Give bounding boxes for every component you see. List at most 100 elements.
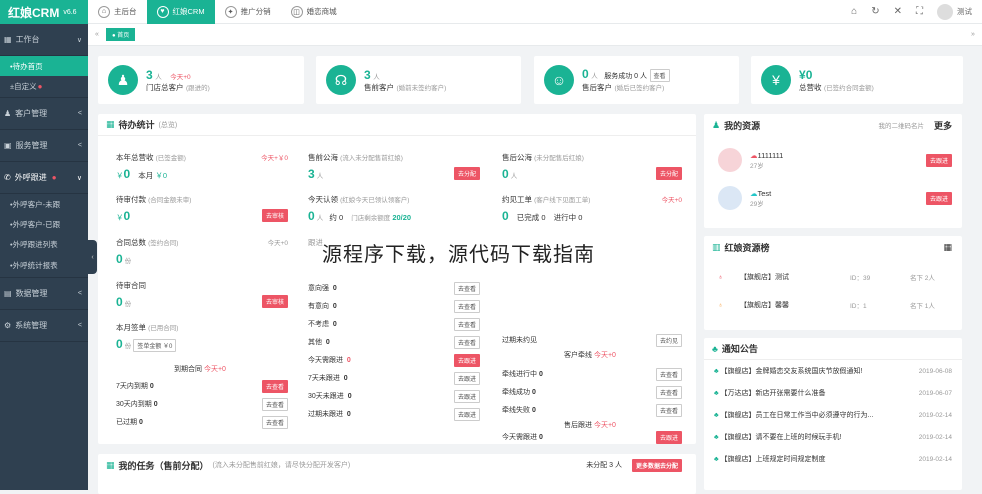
medal-icon: ♁: [718, 273, 724, 281]
sidebar-item-custom[interactable]: ± 自定义 ●: [0, 76, 88, 98]
sidebar-item-data[interactable]: ▤ 数据管理 <: [0, 278, 88, 310]
avatar[interactable]: [937, 3, 953, 20]
tab-main-backend[interactable]: ⌂ 主后台: [88, 0, 147, 24]
chevron-down-icon: ∨: [76, 36, 82, 44]
view-button[interactable]: 去查看: [261, 379, 288, 393]
list-item[interactable]: ☁Test 29岁 去跟进: [718, 182, 952, 214]
follow-button[interactable]: 去跟进: [655, 430, 682, 444]
chevron-left-icon: <: [77, 142, 82, 149]
tree-icon: ♣: [714, 411, 719, 419]
home-icon: ⌂: [98, 5, 110, 18]
stat-card-revenue[interactable]: ¥ ¥0 总营收 (已签约合同金额): [751, 56, 963, 104]
users-icon: ♟: [712, 119, 721, 130]
qr-card-link[interactable]: 我的二维码名片: [878, 120, 924, 130]
sidebar-collapse-button[interactable]: ‹: [88, 240, 97, 274]
follow-button[interactable]: 去跟进: [453, 389, 480, 403]
view-button[interactable]: 去查看: [655, 367, 682, 381]
user-icon: ♟: [4, 109, 12, 118]
chevron-left-icon: <: [77, 110, 82, 117]
view-button[interactable]: 去查看: [453, 299, 480, 313]
fullscreen-icon[interactable]: ⛶: [916, 6, 923, 17]
audit-button[interactable]: 去审核: [261, 209, 288, 222]
view-button[interactable]: 去查看: [261, 415, 288, 429]
chevron-right-icon[interactable]: »: [964, 31, 982, 38]
tree-icon: ♣: [714, 367, 719, 375]
tasks-panel: ▦ 我的任务（售前分配） (流入未分配售前红娘，请尽快分配开发客户) 未分配 3 人…: [98, 454, 696, 494]
follow-button[interactable]: 去跟进: [925, 153, 952, 167]
list-item[interactable]: ♣ 【万达店】新店开张需要什么准备 2019-06-07: [704, 382, 962, 404]
follow-button[interactable]: 去跟进: [453, 371, 480, 385]
chevron-left-icon: ‹: [91, 253, 94, 261]
chevron-left-icon: <: [77, 290, 82, 297]
assign-more-button[interactable]: 更多数据去分配: [631, 458, 682, 472]
assign-button[interactable]: 去分配: [453, 167, 480, 180]
sidebar-item-system[interactable]: ⚙ 系统管理 <: [0, 310, 88, 342]
view-button[interactable]: 去查看: [453, 335, 480, 349]
assign-button[interactable]: 去分配: [655, 167, 682, 180]
calendar-icon: ▦: [106, 459, 115, 470]
table-row: ♁ 【旗舰店】馨馨 ID：1 名下 1人: [718, 301, 935, 311]
view-button[interactable]: 去查看: [261, 397, 288, 411]
sidebar-item-customer[interactable]: ♟ 客户管理 <: [0, 98, 88, 130]
audit-button[interactable]: 去审核: [261, 295, 288, 308]
view-button[interactable]: 去查看: [453, 317, 480, 331]
resources-panel: ♟ 我的资源 我的二维码名片 更多 ☁1111111 27岁 去跟进 ☁Test 29…: [704, 114, 962, 228]
user-icon: ♟: [108, 65, 138, 95]
chevron-left-icon: <: [77, 322, 82, 329]
stat-card-post-sale[interactable]: ☺ 0 人 服务成功 0 人 查看 售后客户 (婚后已签约客户): [534, 56, 739, 104]
more-link[interactable]: 更多: [934, 119, 952, 132]
gear-icon: ⚙: [4, 321, 12, 330]
app-logo[interactable]: 红娘CRM v6.6: [0, 0, 88, 24]
list-item[interactable]: ☁1111111 27岁 去跟进: [718, 144, 952, 176]
breadcrumb-home[interactable]: ● 首页: [106, 28, 136, 41]
todo-panel: ▦ 待办统计 (总览) 本年总营收 (已签金额) 今天+￥0 ￥0 本月 ￥0 待审…: [98, 114, 696, 444]
notify-dot-icon: ●: [51, 173, 57, 182]
sidebar-sub-item[interactable]: • 外呼客户-未跟: [0, 194, 88, 214]
chevron-left-icon[interactable]: «: [88, 31, 106, 38]
sidebar: 红娘CRM v6.6 ▦ 工作台 ∨ • 待办首页 ± 自定义 ● ♟ 客户管理 < ▣ 服务…: [0, 0, 88, 490]
sidebar-item-service[interactable]: ▣ 服务管理 <: [0, 130, 88, 162]
list-item[interactable]: ♣ 【旗舰店】上班规定时间规定制度 2019-02-14: [704, 448, 962, 470]
tab-crm[interactable]: ♥ 红娘CRM: [146, 0, 215, 24]
tab-mall[interactable]: ◫ 婚恋商城: [281, 0, 347, 24]
sidebar-item-workbench[interactable]: ▦ 工作台 ∨: [0, 24, 88, 56]
yen-icon: ¥: [761, 65, 791, 95]
list-item[interactable]: ♣ 【旗舰店】请不要在上班的时候玩手机! 2019-02-14: [704, 426, 962, 448]
database-icon: ▤: [4, 289, 12, 298]
home-icon[interactable]: ⌂: [851, 6, 857, 17]
tree-icon: ♣: [714, 455, 719, 463]
stat-card-pre-sale[interactable]: ☊ 3 人 售前客户 (婚前未签约客户): [316, 56, 521, 104]
refresh-icon[interactable]: ↻: [871, 6, 879, 17]
view-button[interactable]: 去查看: [453, 281, 480, 295]
watermark-text: 源程序下载，源代码下载指南: [322, 238, 595, 267]
medal-icon: ♁: [718, 301, 724, 309]
sidebar-sub-item[interactable]: • 外呼跟进列表: [0, 234, 88, 254]
share-icon: ✦: [224, 5, 237, 18]
chart-icon: ▥: [712, 241, 721, 252]
meet-button[interactable]: 去约见: [655, 333, 682, 347]
sidebar-item-outbound[interactable]: ✆ 外呼跟进 ● ∨: [0, 162, 88, 194]
calendar-icon: ▦: [106, 119, 115, 129]
avatar: [718, 186, 742, 210]
tree-icon: ♣: [714, 433, 719, 441]
list-item[interactable]: ♣ 【旗舰店】金牌婚恋交友系统国庆节放假通知! 2019-06-08: [704, 360, 962, 382]
sidebar-sub-item[interactable]: • 外呼客户-已跟: [0, 214, 88, 234]
headset-icon: ☊: [326, 65, 356, 95]
sidebar-sub-item[interactable]: • 外呼统计报表: [0, 254, 88, 278]
phone-icon: ✆: [4, 173, 11, 182]
follow-button[interactable]: 去跟进: [453, 407, 480, 421]
view-button[interactable]: 查看: [649, 69, 670, 82]
clear-icon[interactable]: ✕: [894, 6, 902, 17]
view-button[interactable]: 去查看: [655, 403, 682, 417]
stat-card-store-customers[interactable]: ♟ 3 人 今天+0 门店总客户 (跟进的): [98, 56, 304, 104]
sidebar-item-todo-home[interactable]: • 待办首页: [0, 56, 88, 76]
follow-button[interactable]: 去跟进: [453, 353, 480, 367]
view-button[interactable]: 去查看: [655, 385, 682, 399]
user-name[interactable]: 测试: [957, 6, 972, 17]
heart-icon: ♥: [156, 5, 169, 18]
list-item[interactable]: ♣ 【旗舰店】员工在日常工作当中必须遵守的行为... 2019-02-14: [704, 404, 962, 426]
grid-icon: ▦: [4, 35, 12, 44]
follow-button[interactable]: 去跟进: [925, 191, 952, 205]
qr-icon[interactable]: ▦: [943, 242, 952, 253]
tab-promotion[interactable]: ✦ 推广分销: [215, 0, 281, 24]
